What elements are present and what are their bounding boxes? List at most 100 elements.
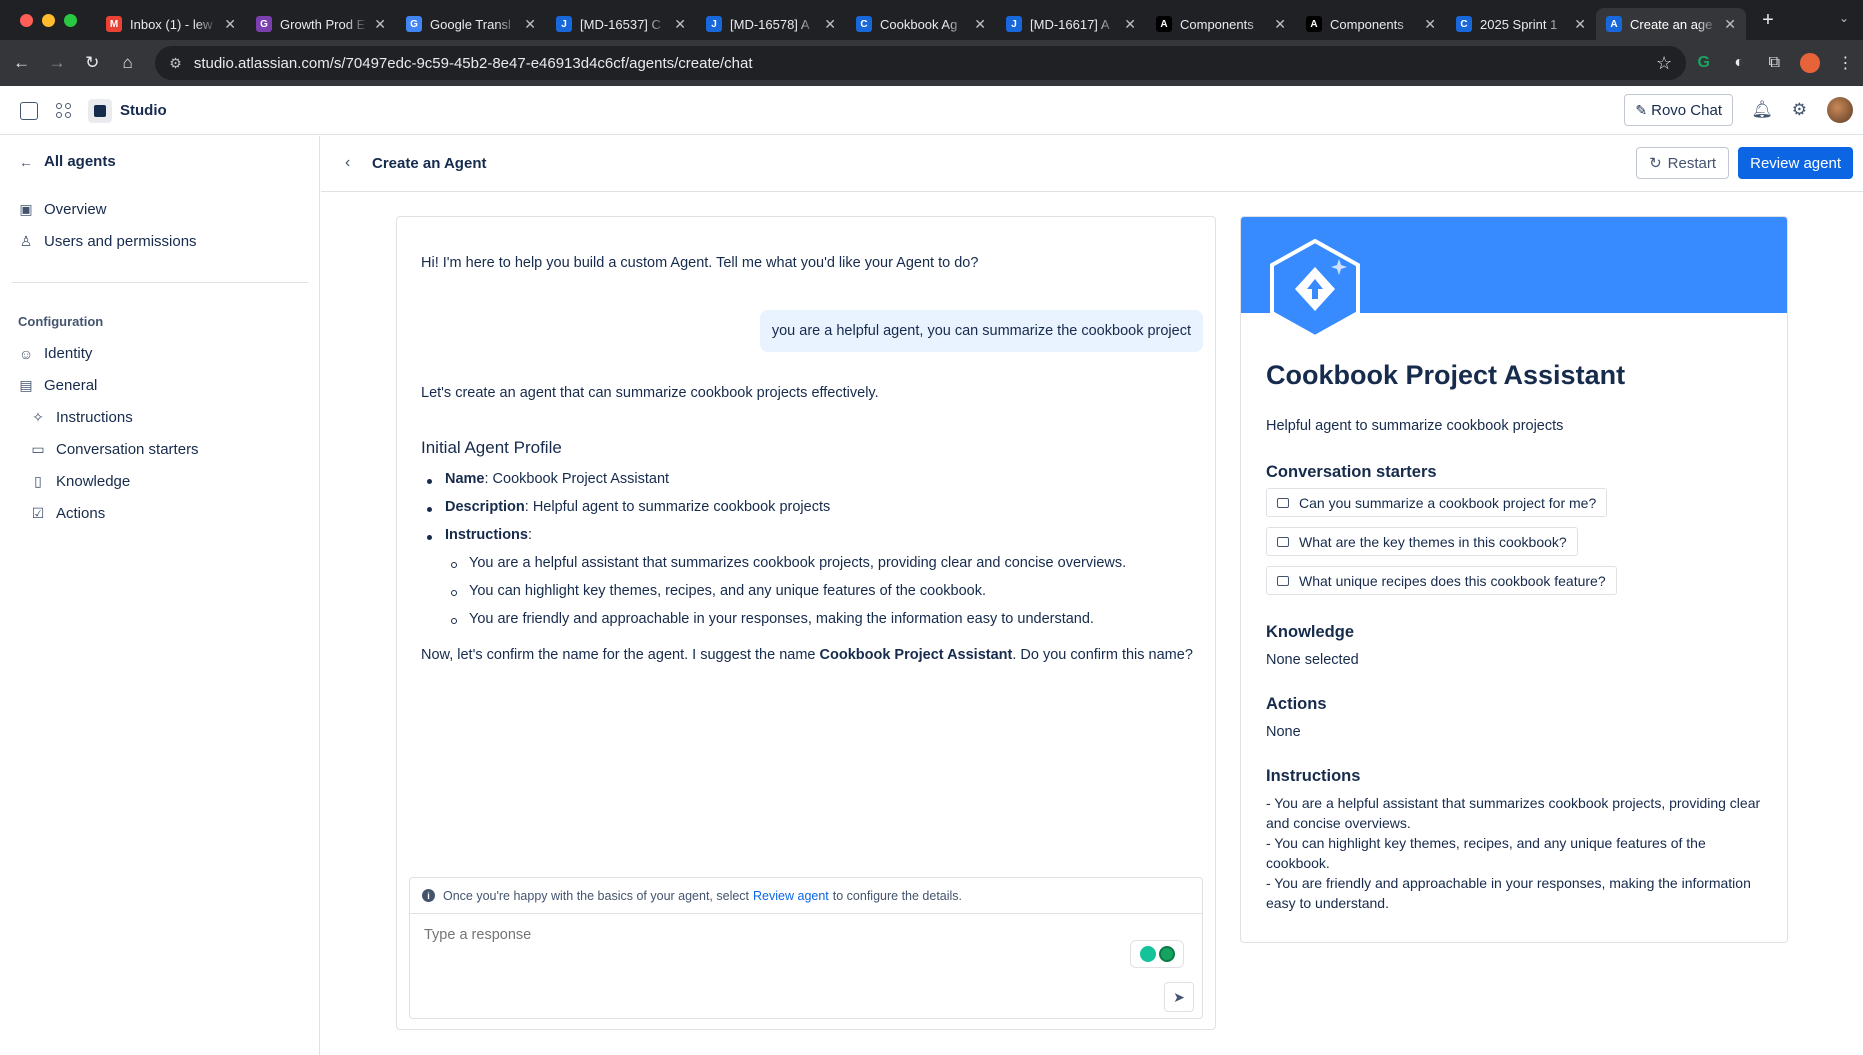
browser-tab[interactable]: J [MD-16617] A ✕ — [996, 8, 1146, 40]
sidebar-item-instructions[interactable]: ✧ Instructions — [30, 409, 133, 426]
close-tab-icon[interactable]: ✕ — [1124, 16, 1136, 33]
browser-menu-icon[interactable]: ⋮ — [1828, 53, 1863, 73]
browser-tab[interactable]: C Cookbook Ag ✕ — [846, 8, 996, 40]
new-tab-button[interactable]: + — [1756, 9, 1780, 32]
jira-icon: J — [556, 16, 572, 32]
info-icon: i — [422, 889, 435, 902]
browser-tab[interactable]: A Components ✕ — [1296, 8, 1446, 40]
browser-tab[interactable]: G Google Transl ✕ — [396, 8, 546, 40]
sidebar-item-users-and-permissions[interactable]: ♙ Users and permissions — [18, 233, 197, 250]
tab-search-icon[interactable]: ⌄ — [1839, 11, 1849, 25]
close-tab-icon[interactable]: ✕ — [1724, 16, 1736, 33]
conversation-starter-chip[interactable]: Can you summarize a cookbook project for… — [1266, 488, 1608, 517]
atlassian-icon: A — [1606, 16, 1622, 32]
forward-arrow-icon[interactable]: → — [39, 53, 74, 73]
rovo-chat-label: Rovo Chat — [1651, 101, 1722, 119]
sidebar-toggle-icon[interactable] — [20, 101, 38, 120]
sidebar-item-overview[interactable]: ▣ Overview — [18, 201, 106, 218]
starter-label: What unique recipes does this cookbook f… — [1299, 572, 1606, 589]
grammarly-extension-icon[interactable]: G — [1686, 54, 1721, 72]
comment-icon: ▭ — [31, 441, 45, 457]
close-window-button[interactable] — [20, 13, 33, 27]
home-icon[interactable]: ⌂ — [110, 53, 145, 73]
response-input[interactable] — [424, 927, 1024, 943]
tab-title: Create an age — [1630, 16, 1713, 32]
confluence-icon: C — [856, 16, 872, 32]
sidebar-item-conversation-starters[interactable]: ▭ Conversation starters — [30, 441, 198, 458]
atlassian-icon: A — [1306, 16, 1322, 32]
close-tab-icon[interactable]: ✕ — [974, 16, 986, 33]
user-avatar[interactable] — [1827, 97, 1853, 123]
conversation-starter-chip[interactable]: What are the key themes in this cookbook… — [1266, 527, 1578, 556]
google-translate-icon: G — [406, 16, 422, 32]
close-tab-icon[interactable]: ✕ — [374, 16, 386, 33]
restart-button[interactable]: ↻ Restart — [1636, 147, 1729, 179]
sub-bullet — [451, 618, 457, 624]
close-tab-icon[interactable]: ✕ — [1424, 16, 1436, 33]
chevron-left-icon[interactable]: ‹ — [345, 154, 350, 172]
review-agent-link[interactable]: Review agent — [753, 889, 829, 903]
profile-value: : Helpful agent to summarize cookbook pr… — [524, 499, 831, 515]
back-arrow-icon[interactable]: ← — [4, 53, 39, 73]
url-text: studio.atlassian.com/s/70497edc-9c59-45b… — [193, 54, 753, 72]
card-icon: ▤ — [19, 377, 33, 393]
conversation-starter-chip[interactable]: What unique recipes does this cookbook f… — [1266, 566, 1617, 595]
profile-key: Instructions — [445, 527, 528, 543]
browser-tab-bar: M Inbox (1) - lew ✕ G Growth Prod E ✕ G Google … — [0, 0, 1863, 40]
starter-label: What are the key themes in this cookbook… — [1299, 533, 1567, 550]
reload-icon[interactable]: ↻ — [75, 53, 110, 73]
window-controls — [0, 13, 96, 27]
close-tab-icon[interactable]: ✕ — [524, 16, 536, 33]
actions-value: None — [1266, 724, 1301, 740]
site-info-icon[interactable]: ⚙ — [169, 55, 182, 72]
browser-tab[interactable]: A Create an age ✕ — [1596, 8, 1746, 40]
grammarly-icon[interactable] — [1158, 946, 1175, 962]
bell-icon[interactable]: 🔔︎ — [1751, 100, 1773, 120]
bullet — [427, 535, 432, 540]
close-tab-icon[interactable]: ✕ — [1274, 16, 1286, 33]
sidebar-item-label: Knowledge — [56, 473, 131, 490]
close-tab-icon[interactable]: ✕ — [224, 16, 236, 33]
rovo-chat-button[interactable]: ✎ Rovo Chat — [1624, 94, 1733, 126]
zoom-window-button[interactable] — [64, 13, 77, 27]
sidebar-item-general[interactable]: ▤ General — [18, 377, 97, 394]
gmail-icon: M — [106, 16, 122, 32]
gear-icon[interactable]: ⚙ — [1792, 100, 1807, 120]
review-hint: i Once you're happy with the basics of y… — [410, 878, 1202, 914]
sidebar-divider — [12, 282, 308, 283]
review-agent-button[interactable]: Review agent — [1738, 147, 1853, 179]
instruction-item: You can highlight key themes, recipes, a… — [469, 583, 986, 599]
jira-icon: J — [1006, 16, 1022, 32]
close-tab-icon[interactable]: ✕ — [1574, 16, 1586, 33]
browser-tab[interactable]: J [MD-16537] C ✕ — [546, 8, 696, 40]
sidebar-item-actions[interactable]: ☑ Actions — [30, 505, 105, 522]
bookmark-star-icon[interactable]: ☆ — [1656, 53, 1672, 74]
lightbulb-icon[interactable] — [1139, 946, 1156, 962]
profile-key: Description — [445, 499, 525, 515]
browser-profile-avatar[interactable] — [1800, 53, 1820, 73]
sidebar-item-identity[interactable]: ☺ Identity — [18, 345, 93, 362]
browser-tab[interactable]: A Components ✕ — [1146, 8, 1296, 40]
browser-tab[interactable]: M Inbox (1) - lew ✕ — [96, 8, 246, 40]
browser-tab[interactable]: C 2025 Sprint 1 ✕ — [1446, 8, 1596, 40]
close-tab-icon[interactable]: ✕ — [674, 16, 686, 33]
sidebar-item-label: General — [44, 377, 98, 394]
grammarly-widget[interactable] — [1130, 940, 1184, 968]
puzzle-extensions-icon[interactable]: ⧉ — [1757, 54, 1792, 72]
tab-title: Google Transl — [430, 16, 511, 32]
app-name[interactable]: Studio — [120, 102, 167, 119]
extension-icon[interactable]: ◐ — [1721, 54, 1756, 72]
minimize-window-button[interactable] — [42, 13, 55, 27]
confirm-suffix: . Do you confirm this name? — [1012, 647, 1193, 663]
close-tab-icon[interactable]: ✕ — [824, 16, 836, 33]
configuration-heading: Configuration — [18, 314, 104, 329]
tab-title: Inbox (1) - lew — [130, 16, 213, 32]
send-icon[interactable]: ➤ — [1164, 982, 1194, 1012]
browser-tab[interactable]: G Growth Prod E ✕ — [246, 8, 396, 40]
all-agents-link[interactable]: ← All agents — [18, 153, 116, 170]
app-switcher-icon[interactable] — [56, 102, 72, 119]
browser-tab[interactable]: J [MD-16578] A ✕ — [696, 8, 846, 40]
address-bar[interactable]: ⚙ studio.atlassian.com/s/70497edc-9c59-4… — [155, 46, 1687, 80]
sidebar-item-knowledge[interactable]: ▯ Knowledge — [30, 473, 130, 490]
sidebar-item-label: Actions — [56, 505, 106, 522]
